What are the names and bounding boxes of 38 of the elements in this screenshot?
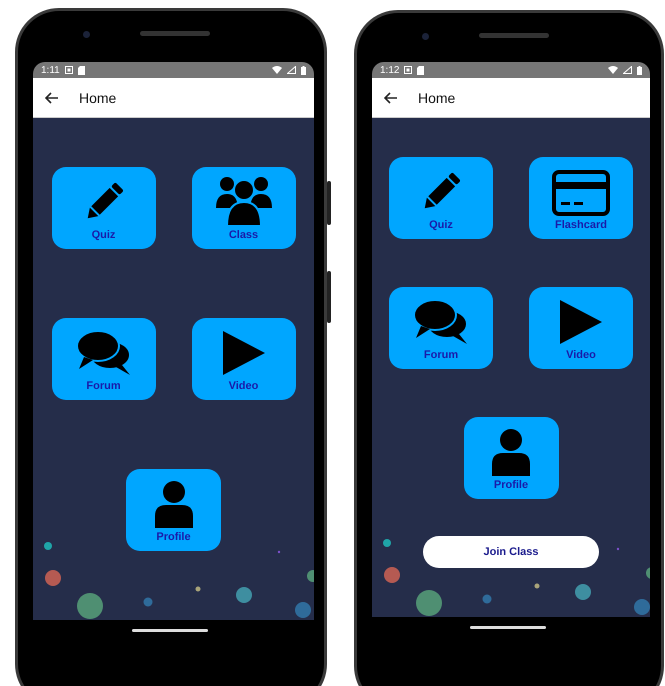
speaker-grille <box>140 31 210 36</box>
person-icon <box>154 480 194 528</box>
wifi-icon <box>608 66 618 74</box>
notification-icon <box>64 66 73 74</box>
wifi-icon <box>272 66 282 74</box>
back-arrow-icon[interactable] <box>384 92 398 104</box>
menu-tile[interactable]: Forum <box>52 318 156 400</box>
camera-icon <box>83 31 90 38</box>
menu-tile[interactable]: Quiz <box>389 157 493 239</box>
battery-icon <box>637 66 642 74</box>
signal-icon <box>287 66 296 74</box>
menu-tile[interactable]: Video <box>529 287 633 369</box>
chat-icon <box>76 329 132 377</box>
sd-card-icon <box>78 66 85 74</box>
status-time: 1:11 <box>41 64 60 76</box>
status-time: 1:12 <box>380 64 400 76</box>
join-class-button[interactable]: Join Class <box>423 536 599 568</box>
sd-card-icon <box>417 66 424 74</box>
menu-tile[interactable]: Video <box>192 318 296 400</box>
menu-tile[interactable]: Class <box>192 167 296 249</box>
screen-title: Home <box>418 90 456 106</box>
play-icon <box>220 329 266 377</box>
menu-tile[interactable]: Quiz <box>52 167 156 249</box>
menu-tile[interactable]: Forum <box>389 287 493 369</box>
person-icon <box>491 428 531 476</box>
camera-icon <box>422 33 429 40</box>
chat-icon <box>413 298 469 346</box>
menu-tile[interactable]: Profile <box>464 417 558 499</box>
battery-icon <box>301 66 306 74</box>
card-icon <box>552 170 610 216</box>
play-icon <box>558 298 604 346</box>
notification-icon <box>404 66 412 74</box>
screen-title: Home <box>79 90 116 106</box>
speaker-grille <box>479 33 549 38</box>
back-arrow-icon[interactable] <box>45 92 59 104</box>
menu-tile[interactable]: Flashcard <box>529 157 633 239</box>
signal-icon <box>623 66 632 74</box>
menu-tile[interactable]: Profile <box>126 469 221 551</box>
